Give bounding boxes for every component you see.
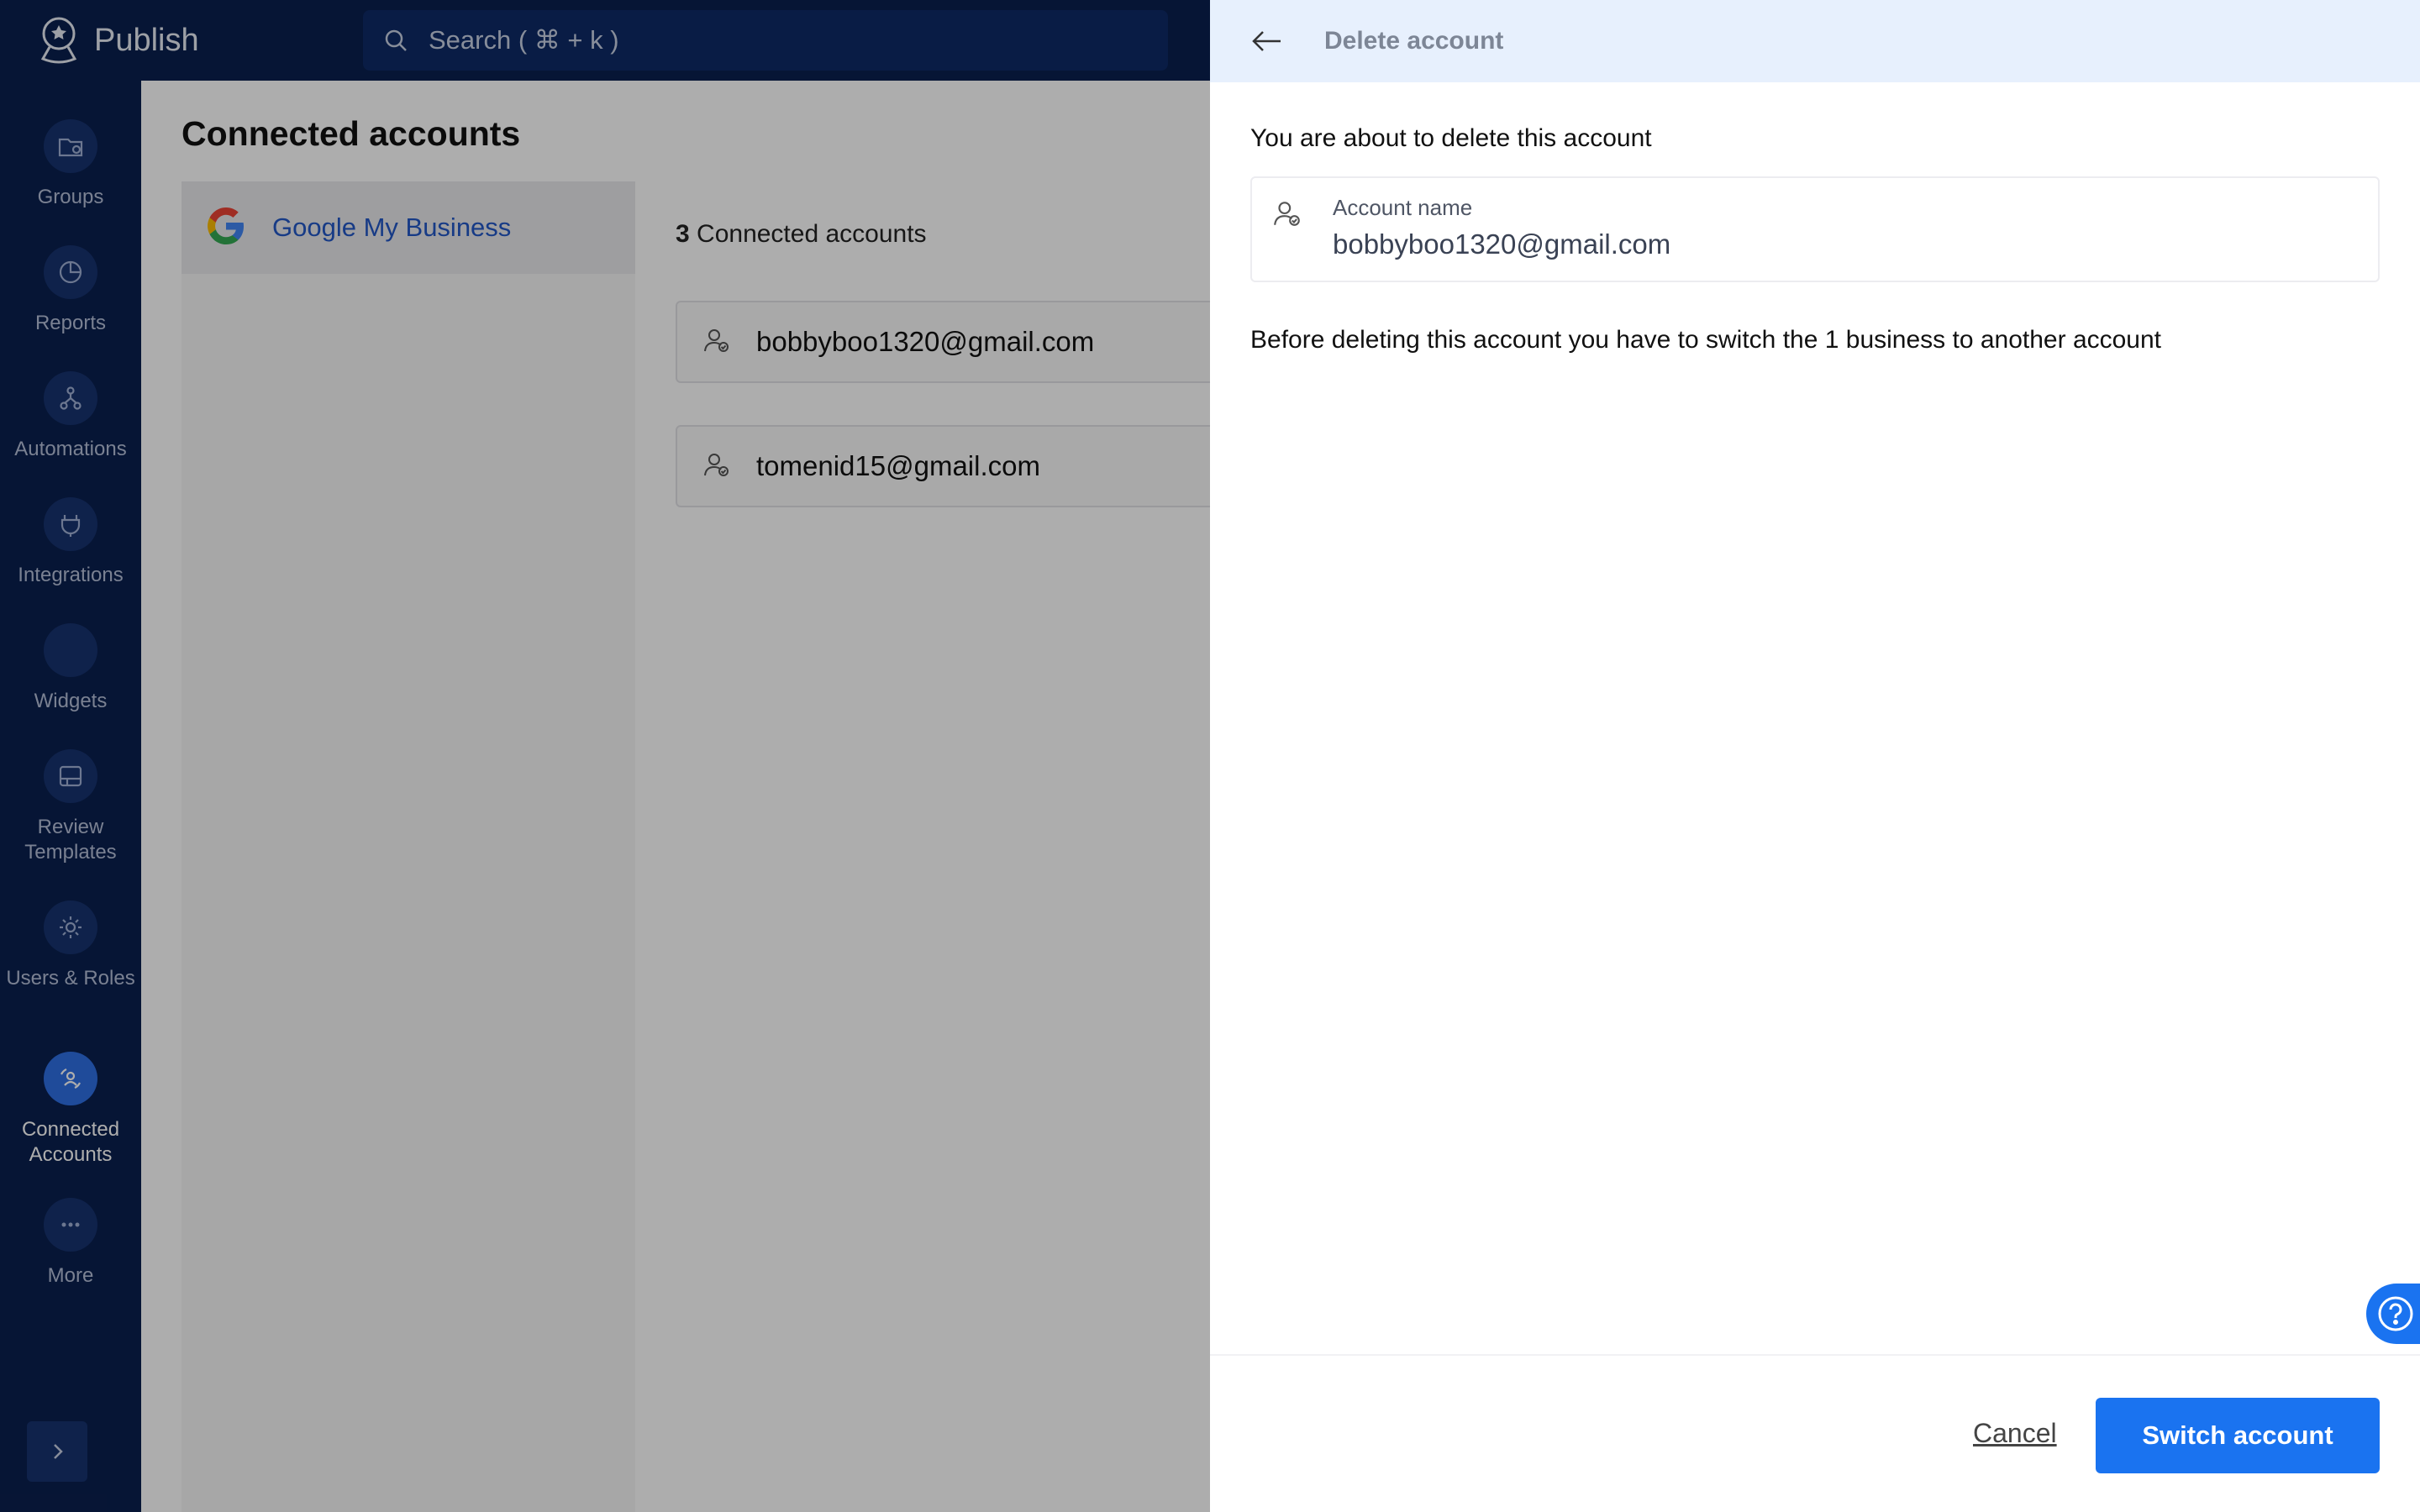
help-button[interactable] bbox=[2366, 1284, 2420, 1344]
delete-account-drawer: Delete account You are about to delete t… bbox=[1210, 0, 2420, 1512]
cancel-button[interactable]: Cancel bbox=[1973, 1418, 2057, 1449]
help-icon bbox=[2378, 1296, 2413, 1331]
back-arrow-icon[interactable] bbox=[1247, 21, 1287, 61]
account-name-label: Account name bbox=[1333, 195, 1473, 220]
drawer-title: Delete account bbox=[1324, 27, 1504, 55]
user-icon bbox=[1272, 198, 1302, 233]
account-name-card: Account name bobbyboo1320@gmail.com bbox=[1250, 176, 2380, 282]
modal-backdrop[interactable] bbox=[0, 0, 1210, 1512]
switch-account-button[interactable]: Switch account bbox=[2096, 1398, 2380, 1473]
account-name-value: bobbyboo1320@gmail.com bbox=[1333, 228, 1671, 260]
delete-intro-text: You are about to delete this account bbox=[1250, 124, 1652, 152]
drawer-footer: Cancel Switch account bbox=[1210, 1354, 2420, 1512]
drawer-header: Delete account bbox=[1210, 0, 2420, 82]
switch-business-note: Before deleting this account you have to… bbox=[1250, 326, 2162, 354]
